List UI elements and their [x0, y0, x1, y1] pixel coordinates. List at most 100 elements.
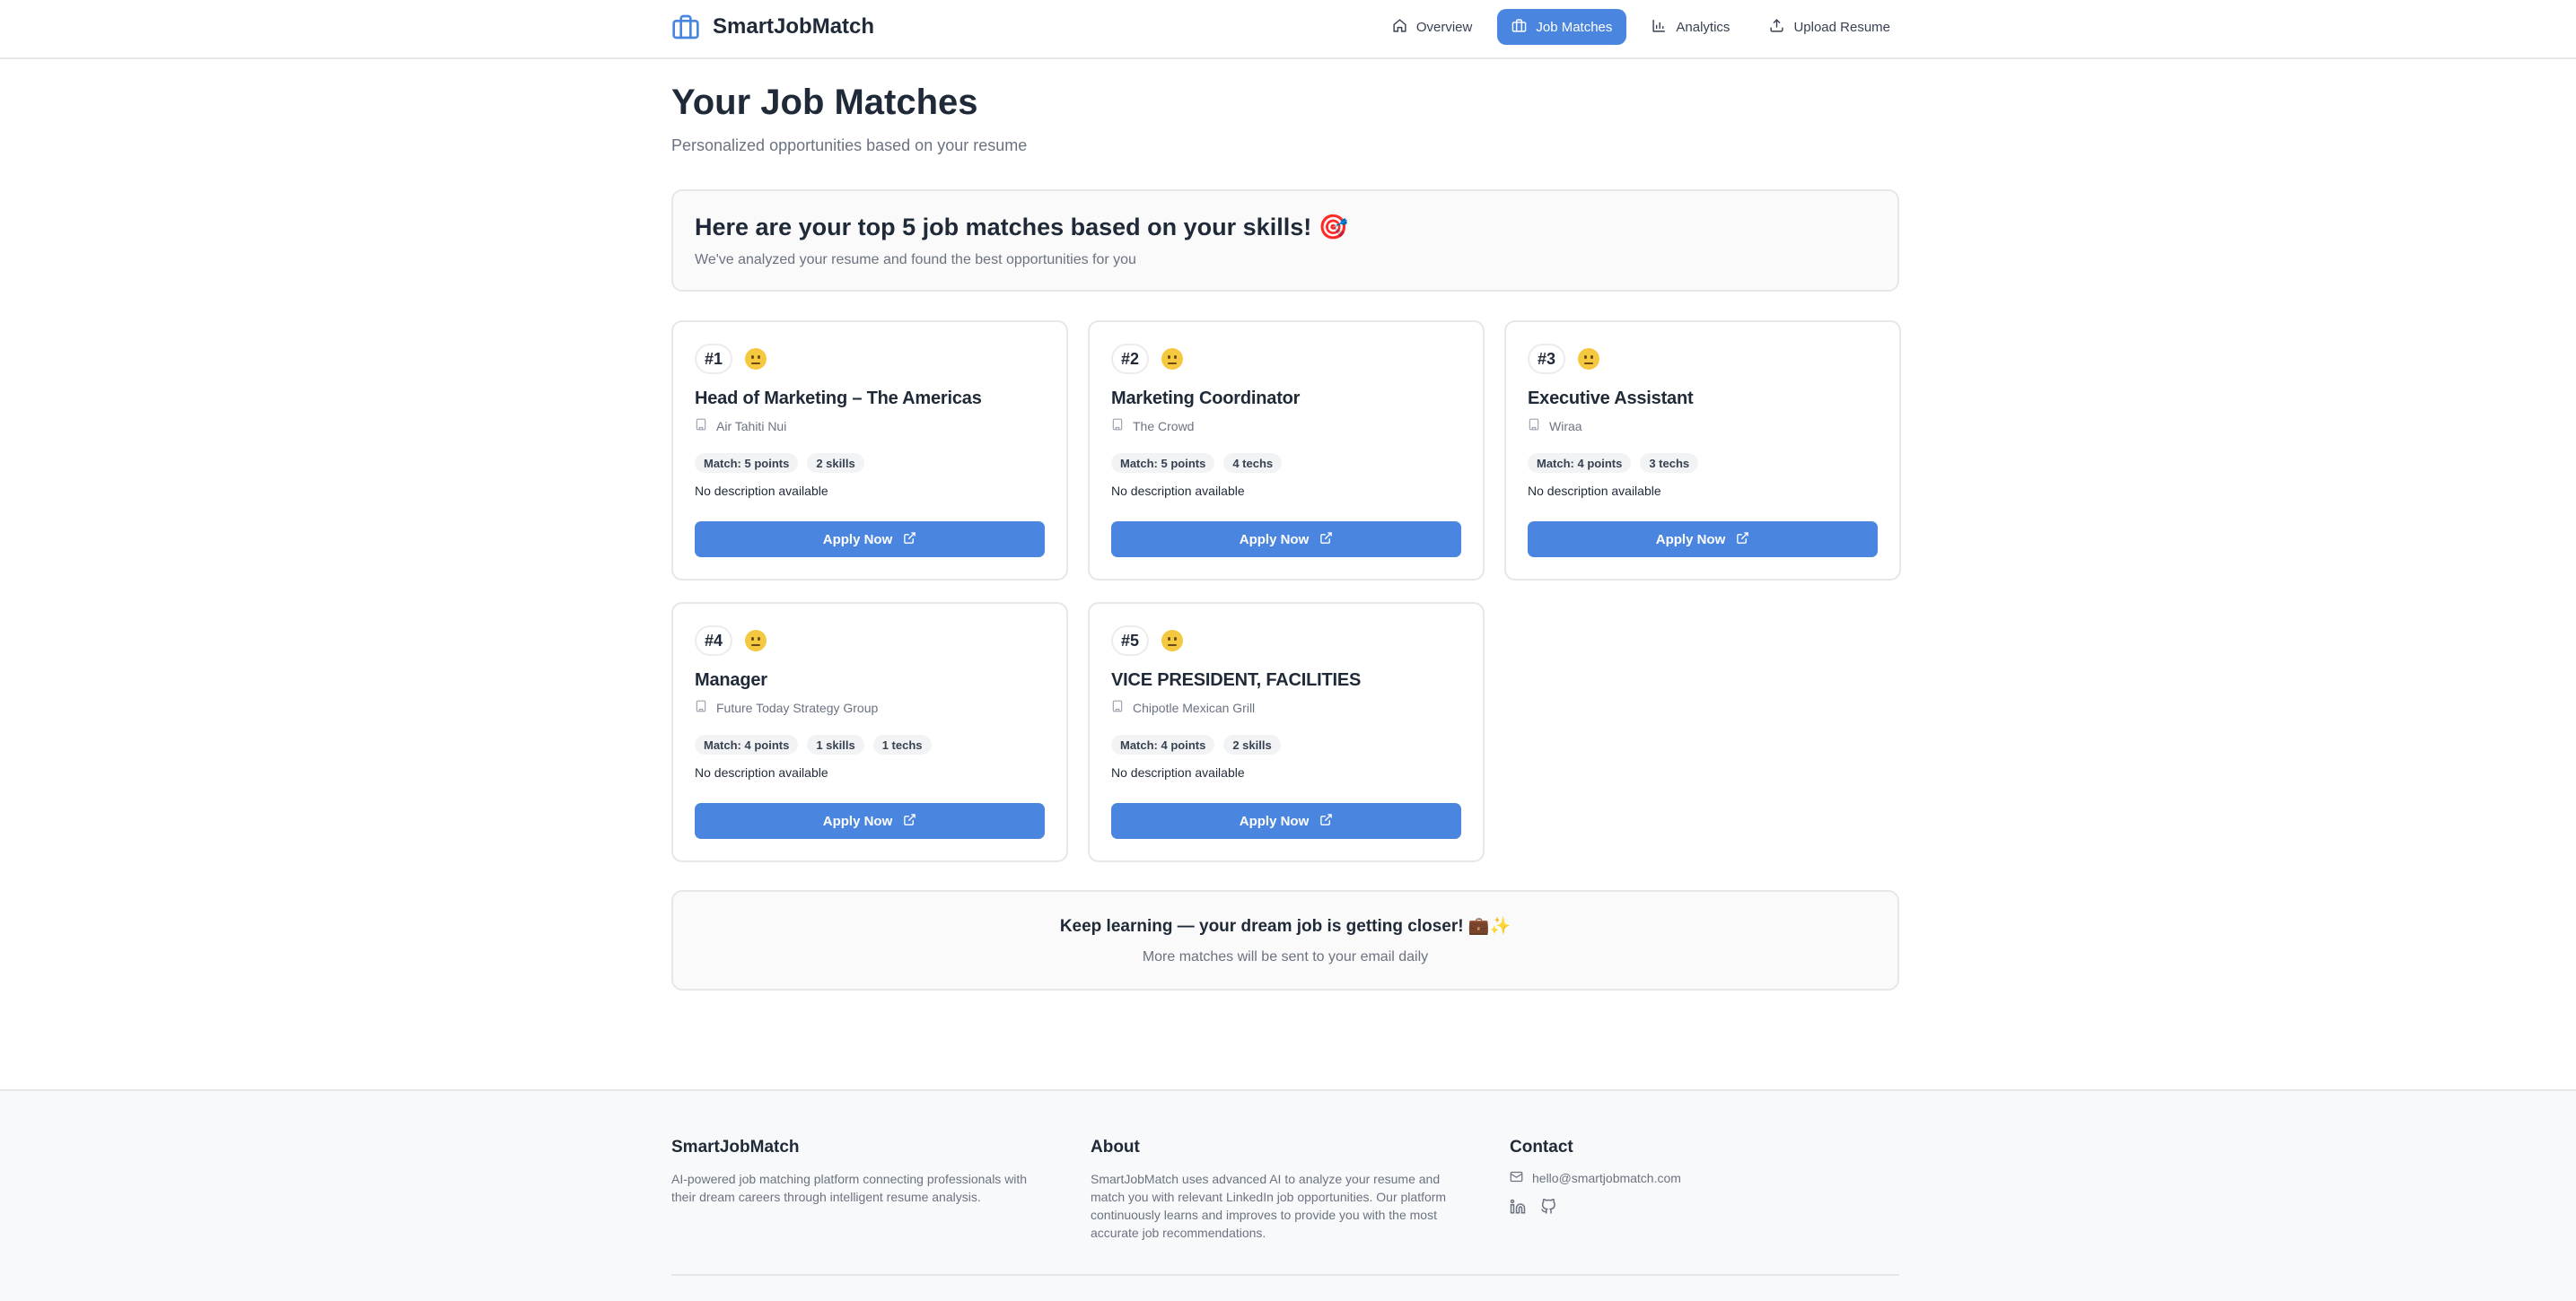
intro-subtitle: We've analyzed your resume and found the… [695, 252, 1136, 267]
footer-about-title: About [1091, 1138, 1140, 1157]
contact-email[interactable]: hello@smartjobmatch.com [1510, 1170, 1887, 1186]
footer-brand: SmartJobMatch AI-powered job matching pl… [671, 1138, 1048, 1206]
company-name: Chipotle Mexican Grill [1133, 700, 1256, 715]
top-navbar: SmartJobMatch Overview Job Matches Analy… [0, 0, 2576, 59]
job-card: #3 Executive Assistant Wiraa Match: 4 po… [1504, 320, 1901, 581]
techs-tag: 4 techs [1223, 453, 1283, 473]
social-links [1510, 1198, 1887, 1219]
nav-overview[interactable]: Overview [1378, 9, 1487, 45]
company: Future Today Strategy Group [695, 700, 1045, 715]
footer-contact-title: Contact [1510, 1138, 1573, 1157]
building-icon [695, 700, 707, 715]
external-link-icon [1736, 531, 1749, 548]
tag-list: Match: 4 points 1 skills 1 techs [695, 735, 1045, 755]
apply-label: Apply Now [1655, 531, 1726, 547]
company-name: Air Tahiti Nui [716, 418, 787, 433]
job-description: No description available [695, 765, 828, 780]
main-nav: Overview Job Matches Analytics Upload Re… [1378, 9, 1905, 45]
apply-now-button[interactable]: Apply Now [1111, 521, 1461, 557]
skills-tag: 1 skills [807, 735, 864, 755]
job-title: Executive Assistant [1528, 389, 1694, 408]
brand-logo[interactable]: SmartJobMatch [671, 13, 874, 41]
email-address: hello@smartjobmatch.com [1532, 1171, 1681, 1185]
apply-label: Apply Now [822, 531, 893, 547]
site-footer: SmartJobMatch AI-powered job matching pl… [0, 1089, 2576, 1301]
external-link-icon [903, 813, 916, 830]
company: Wiraa [1528, 418, 1878, 433]
footer-divider [671, 1274, 1899, 1276]
smiley-icon [745, 348, 767, 370]
rank-badge: #5 [1111, 625, 1149, 656]
apply-now-button[interactable]: Apply Now [1111, 803, 1461, 839]
match-tag: Match: 5 points [1111, 453, 1215, 473]
match-tag: Match: 4 points [695, 735, 799, 755]
apply-label: Apply Now [822, 813, 893, 829]
footer-brand-title: SmartJobMatch [671, 1138, 800, 1157]
linkedin-icon[interactable] [1510, 1199, 1526, 1219]
company-name: Future Today Strategy Group [716, 700, 879, 715]
company: Air Tahiti Nui [695, 418, 1045, 433]
cta-subtitle: More matches will be sent to your email … [1142, 949, 1429, 965]
rank-badge: #1 [695, 344, 732, 374]
nav-label: Job Matches [1536, 19, 1613, 35]
apply-label: Apply Now [1239, 813, 1310, 829]
smiley-icon [1161, 348, 1183, 370]
encouragement-banner: Keep learning — your dream job is gettin… [671, 890, 1899, 991]
building-icon [1528, 418, 1540, 433]
apply-label: Apply Now [1239, 531, 1310, 547]
skills-tag: 2 skills [1223, 735, 1281, 755]
job-card: #2 Marketing Coordinator The Crowd Match… [1088, 320, 1485, 581]
tag-list: Match: 5 points 2 skills [695, 453, 1045, 473]
nav-label: Overview [1415, 19, 1473, 35]
intro-title: Here are your top 5 job matches based on… [695, 214, 1349, 240]
building-icon [1111, 418, 1124, 433]
external-link-icon [1319, 531, 1333, 548]
job-description: No description available [1111, 484, 1245, 498]
footer-about: About SmartJobMatch uses advanced AI to … [1091, 1138, 1468, 1242]
techs-tag: 1 techs [872, 735, 932, 755]
job-description: No description available [695, 484, 828, 498]
nav-analytics[interactable]: Analytics [1637, 9, 1744, 45]
match-tag: Match: 5 points [695, 453, 799, 473]
match-tag: Match: 4 points [1528, 453, 1632, 473]
mail-icon [1510, 1170, 1523, 1186]
company: The Crowd [1111, 418, 1461, 433]
rank-badge: #4 [695, 625, 732, 656]
job-title: Head of Marketing – The Americas [695, 389, 982, 408]
home-icon [1392, 18, 1407, 37]
apply-now-button[interactable]: Apply Now [1528, 521, 1878, 557]
job-description: No description available [1528, 484, 1661, 498]
job-card: #5 VICE PRESIDENT, FACILITIES Chipotle M… [1088, 602, 1485, 862]
rank-badge: #2 [1111, 344, 1149, 374]
briefcase-icon [671, 13, 700, 41]
page-subtitle: Personalized opportunities based on your… [671, 136, 1028, 154]
job-title: VICE PRESIDENT, FACILITIES [1111, 670, 1362, 690]
footer-about-text: SmartJobMatch uses advanced AI to analyz… [1091, 1172, 1447, 1240]
page-title: Your Job Matches [671, 83, 978, 122]
bar-chart-icon [1652, 18, 1667, 37]
nav-job-matches[interactable]: Job Matches [1497, 9, 1627, 45]
nav-label: Analytics [1676, 19, 1730, 35]
tag-list: Match: 4 points 3 techs [1528, 453, 1878, 473]
external-link-icon [1319, 813, 1333, 830]
upload-icon [1769, 18, 1784, 37]
github-icon[interactable] [1540, 1198, 1556, 1219]
footer-contact: Contact hello@smartjobmatch.com [1510, 1138, 1887, 1219]
nav-upload-resume[interactable]: Upload Resume [1755, 9, 1905, 45]
cta-title: Keep learning — your dream job is gettin… [1059, 917, 1511, 936]
match-tag: Match: 4 points [1111, 735, 1215, 755]
footer-brand-text: AI-powered job matching platform connect… [671, 1172, 1028, 1204]
apply-now-button[interactable]: Apply Now [695, 803, 1045, 839]
company: Chipotle Mexican Grill [1111, 700, 1461, 715]
smiley-icon [745, 630, 767, 651]
smiley-icon [1578, 348, 1599, 370]
job-title: Marketing Coordinator [1111, 389, 1301, 408]
skills-tag: 2 skills [807, 453, 864, 473]
techs-tag: 3 techs [1640, 453, 1699, 473]
external-link-icon [903, 531, 916, 548]
company-name: Wiraa [1549, 418, 1582, 433]
apply-now-button[interactable]: Apply Now [695, 521, 1045, 557]
tag-list: Match: 5 points 4 techs [1111, 453, 1461, 473]
job-card: #4 Manager Future Today Strategy Group M… [671, 602, 1068, 862]
company-name: The Crowd [1133, 418, 1195, 433]
